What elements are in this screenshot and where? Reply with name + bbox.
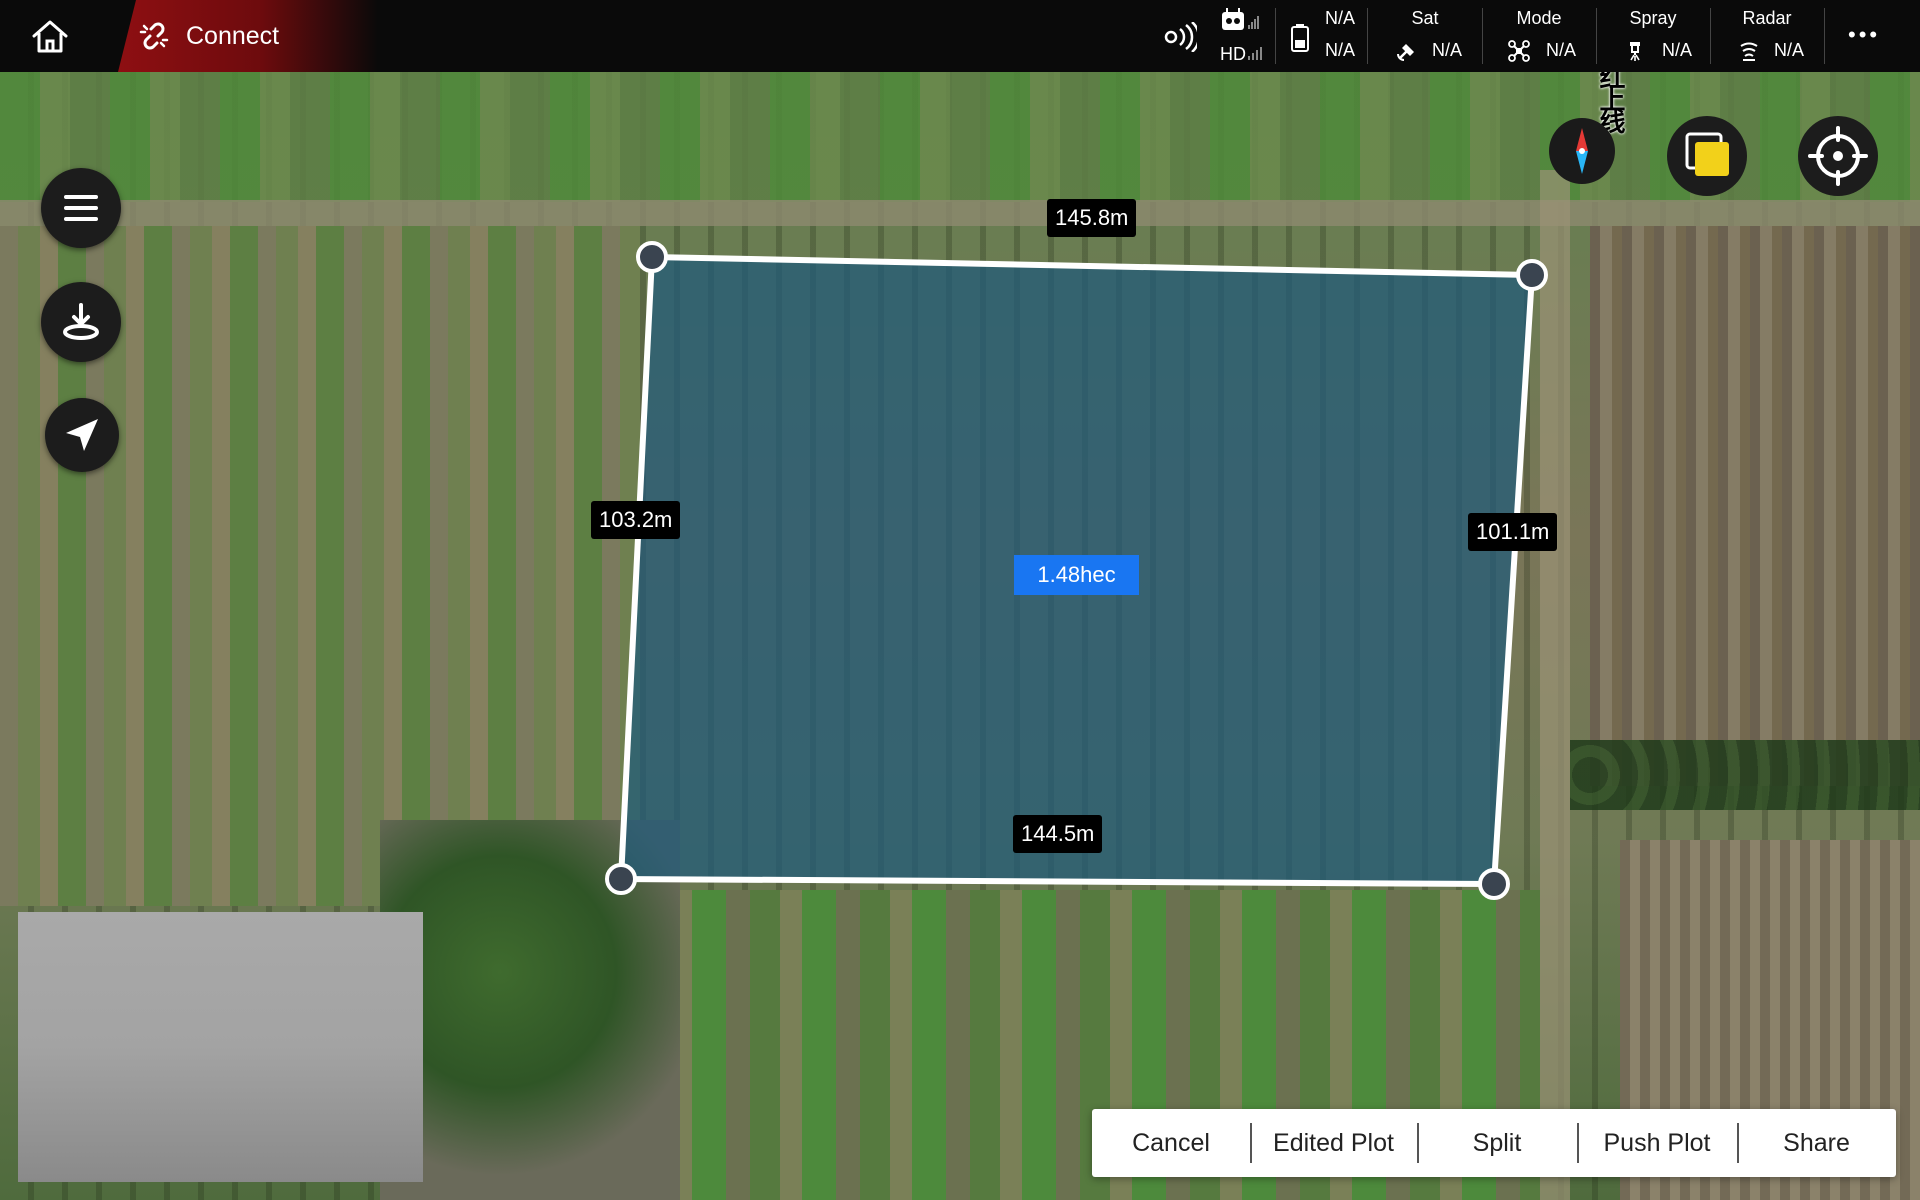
home-button[interactable]	[28, 14, 72, 58]
home-icon	[32, 20, 68, 53]
battery-icon	[1291, 24, 1309, 52]
top-status-bar: Connect HD N/A N/A Sat N/A Mode N/A Spra…	[0, 0, 1920, 72]
sat-status: Sat N/A	[1370, 0, 1480, 72]
radar-icon	[1740, 42, 1758, 61]
battery-bottom-value: N/A	[1325, 40, 1356, 60]
sat-label: Sat	[1411, 8, 1439, 28]
broken-link-icon	[139, 22, 169, 50]
drone-icon	[1508, 40, 1530, 62]
crosshair-icon	[1808, 126, 1868, 186]
edited-plot-button[interactable]: Edited Plot	[1250, 1109, 1417, 1177]
mode-label: Mode	[1516, 8, 1562, 28]
spray-nozzle-icon	[1630, 42, 1640, 61]
plot-vertex-handle[interactable]	[636, 241, 668, 273]
spray-status: Spray N/A	[1598, 0, 1708, 72]
cancel-button[interactable]: Cancel	[1092, 1109, 1250, 1177]
push-plot-button[interactable]: Push Plot	[1577, 1109, 1737, 1177]
radar-status: Radar N/A	[1712, 0, 1822, 72]
divider	[1596, 8, 1597, 64]
landing-point-button[interactable]	[41, 282, 121, 362]
divider	[1367, 8, 1368, 64]
divider	[1824, 8, 1825, 64]
mode-status: Mode N/A	[1484, 0, 1594, 72]
hamburger-icon	[64, 195, 98, 221]
camera-preview-window[interactable]	[18, 912, 423, 1182]
spray-label: Spray	[1629, 8, 1677, 28]
left-edge-length: 103.2m	[591, 501, 681, 539]
radar-label: Radar	[1742, 8, 1792, 28]
plot-vertex-handle[interactable]	[1478, 868, 1510, 900]
radar-value: N/A	[1774, 40, 1805, 60]
spray-value: N/A	[1662, 40, 1693, 60]
plot-vertex-handle[interactable]	[605, 863, 637, 895]
locate-button[interactable]	[1798, 116, 1878, 196]
share-button[interactable]: Share	[1737, 1109, 1896, 1177]
battery-top-value: N/A	[1325, 8, 1356, 28]
hd-label: HD	[1220, 44, 1246, 64]
map-layers-button[interactable]	[1667, 116, 1747, 196]
plot-action-bar: Cancel Edited Plot Split Push Plot Share	[1092, 1109, 1896, 1177]
more-menu-button[interactable]: •••	[1848, 22, 1880, 48]
landing-icon	[63, 303, 99, 340]
split-button[interactable]: Split	[1417, 1109, 1577, 1177]
divider	[1710, 8, 1711, 64]
compass[interactable]	[1549, 118, 1615, 184]
navigation-arrow-icon	[66, 419, 98, 451]
divider	[1482, 8, 1483, 64]
plot-area-badge: 1.48hec	[1014, 555, 1139, 595]
plot-vertex-handle[interactable]	[1516, 259, 1548, 291]
sat-value: N/A	[1432, 40, 1463, 60]
controller-signal-icon	[1222, 8, 1259, 30]
navigate-button[interactable]	[45, 398, 119, 472]
hd-signal-bars-icon	[1248, 47, 1262, 60]
connect-label: Connect	[186, 22, 280, 50]
compass-needle-icon	[1576, 128, 1588, 174]
top-edge-length: 145.8m	[1047, 199, 1137, 237]
mode-value: N/A	[1546, 40, 1577, 60]
remote-signal-icon	[1164, 22, 1197, 52]
layers-icon	[1685, 132, 1729, 176]
divider	[1275, 8, 1276, 64]
bottom-edge-length: 144.5m	[1013, 815, 1103, 853]
menu-button[interactable]	[41, 168, 121, 248]
connect-button[interactable]: Connect	[118, 0, 378, 72]
satellite-icon	[1397, 44, 1414, 61]
right-edge-length: 101.1m	[1468, 513, 1558, 551]
